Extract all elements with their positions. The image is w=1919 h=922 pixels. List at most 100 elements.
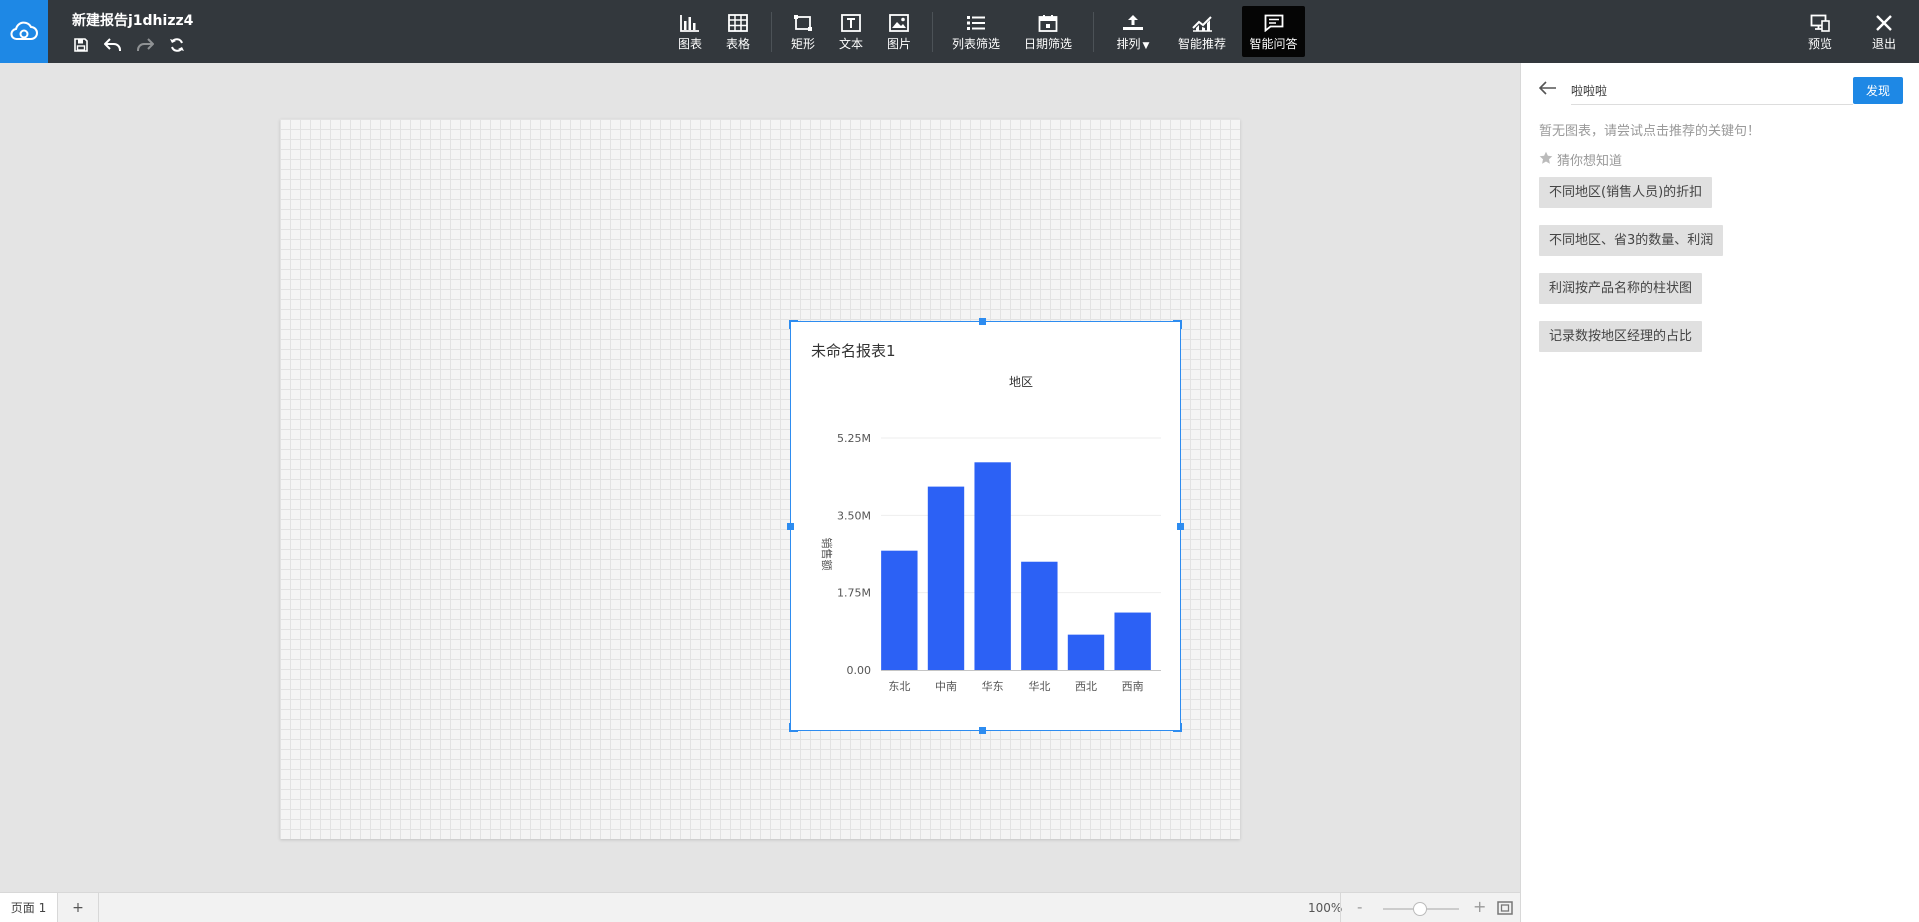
top-toolbar: 新建报告j1dhizz4 图表 表格 矩形 文本 图片 列表筛选 日期筛选 排列… [0, 0, 1919, 63]
no-chart-message: 暂无图表，请尝试点击推荐的关键句！ [1539, 124, 1761, 139]
y-tick-label: 3.50M [837, 509, 871, 522]
bar [927, 486, 965, 670]
suggestion-chip[interactable]: 不同地区、省3的数量、利润 [1539, 225, 1724, 256]
zoom-level: 100% [1308, 901, 1343, 915]
smart-qa-panel: 发现 暂无图表，请尝试点击推荐的关键句！ 猜你想知道 不同地区(销售人员)的折扣… [1520, 63, 1919, 922]
resize-handle-bottom[interactable] [979, 727, 986, 734]
add-page-button[interactable]: + [58, 893, 99, 922]
smart-recommend-tool-button[interactable]: 智能推荐 [1172, 6, 1232, 57]
zoom-in-button[interactable]: + [1473, 897, 1486, 916]
trend-chart-icon [1191, 6, 1213, 32]
zoom-divider [1340, 893, 1341, 922]
resize-handle-bottom-right[interactable] [1173, 723, 1182, 732]
suggestion-list: 不同地区(销售人员)的折扣 不同地区、省3的数量、利润 利润按产品名称的柱状图 … [1539, 177, 1724, 369]
list-filter-tool-button[interactable]: 列表筛选 [946, 6, 1006, 57]
calendar-icon [1038, 6, 1058, 32]
image-tool-button[interactable]: 图片 [873, 6, 925, 57]
resize-handle-top[interactable] [979, 318, 986, 325]
cloud-logo-icon[interactable] [0, 0, 48, 63]
y-axis-label: 销售额 [820, 538, 834, 571]
rect-tool-label: 矩形 [790, 37, 815, 51]
x-tick-label: 中南 [935, 680, 957, 693]
bar-chart-icon [680, 6, 700, 32]
image-icon [889, 6, 909, 32]
chart-tool-button[interactable]: 图表 [664, 6, 716, 57]
chart-title: 地区 [1009, 375, 1033, 389]
x-tick-label: 西北 [1075, 680, 1097, 693]
resize-handle-top-left[interactable] [789, 320, 798, 329]
date-filter-tool-button[interactable]: 日期筛选 [1018, 6, 1078, 57]
zoom-slider-handle[interactable] [1413, 902, 1427, 916]
status-bar: 页面 1 + 100% - + [0, 892, 1520, 922]
bar [1021, 561, 1058, 670]
bar [974, 462, 1011, 670]
arrange-icon [1122, 6, 1144, 32]
page-tab[interactable]: 页面 1 [0, 893, 58, 922]
chart-widget[interactable]: 未命名报表1 地区 0.00 1.75M 3.50M 5.25M 销售额 东北 中南 华东 华北西… [787, 318, 1184, 734]
preview-icon [1810, 6, 1830, 32]
text-tool-label: 文本 [838, 37, 863, 51]
text-tool-button[interactable]: 文本 [825, 6, 877, 57]
toolbar-divider [1093, 12, 1094, 52]
y-tick-label: 1.75M [837, 587, 871, 600]
document-title[interactable]: 新建报告j1dhizz4 [72, 10, 193, 30]
suggestion-chip[interactable]: 不同地区(销售人员)的折扣 [1539, 177, 1713, 208]
x-tick-label: 西南 [1122, 680, 1144, 693]
arrange-tool-label: 排列 ▼ [1117, 35, 1150, 52]
resize-handle-top-right[interactable] [1173, 320, 1182, 329]
arrange-tool-button[interactable]: 排列 ▼ [1105, 6, 1161, 57]
exit-label: 退出 [1871, 37, 1896, 51]
refresh-icon[interactable] [166, 34, 188, 56]
x-tick-label: 华北 [1028, 679, 1050, 693]
caret-down-icon: ▼ [1142, 41, 1150, 51]
rectangle-icon [793, 6, 813, 32]
table-icon [728, 6, 748, 32]
smart-recommend-tool-label: 智能推荐 [1177, 37, 1226, 51]
quick-actions [70, 34, 188, 56]
suggestion-chip[interactable]: 利润按产品名称的柱状图 [1539, 273, 1703, 304]
smart-qa-tool-button[interactable]: 智能问答 [1242, 6, 1305, 57]
exit-button[interactable]: 退出 [1858, 6, 1910, 57]
chart-tool-label: 图表 [677, 37, 702, 51]
bar [1114, 612, 1151, 670]
table-tool-button[interactable]: 表格 [712, 6, 764, 57]
chat-bubble-icon [1264, 6, 1284, 32]
fit-screen-icon[interactable] [1497, 901, 1513, 918]
y-tick-label: 5.25M [837, 432, 871, 445]
query-input[interactable] [1571, 77, 1853, 105]
undo-icon[interactable] [102, 34, 124, 56]
zoom-out-button[interactable]: - [1357, 898, 1362, 916]
list-icon [966, 6, 986, 32]
report-page[interactable]: 未命名报表1 地区 0.00 1.75M 3.50M 5.25M 销售额 东北 中南 华东 华北西… [280, 119, 1240, 839]
resize-handle-left[interactable] [787, 523, 794, 530]
close-icon [1875, 6, 1893, 32]
table-tool-label: 表格 [725, 37, 750, 51]
preview-label: 预览 [1807, 37, 1832, 51]
toolbar-divider [932, 12, 933, 52]
save-icon[interactable] [70, 34, 92, 56]
guess-label: 猜你想知道 [1557, 154, 1623, 169]
text-icon [841, 6, 861, 32]
resize-handle-bottom-left[interactable] [789, 723, 798, 732]
resize-handle-right[interactable] [1177, 523, 1184, 530]
canvas-area[interactable]: 未命名报表1 地区 0.00 1.75M 3.50M 5.25M 销售额 东北 中南 华东 华北西… [0, 63, 1520, 892]
list-filter-tool-label: 列表筛选 [951, 37, 1000, 51]
x-tick-label: 华东 [982, 679, 1004, 693]
bar [881, 550, 918, 670]
y-tick-label: 0.00 [847, 664, 872, 677]
toolbar-divider [771, 12, 772, 52]
discover-button[interactable]: 发现 [1853, 77, 1903, 104]
star-icon [1539, 151, 1553, 169]
smart-qa-tool-label: 智能问答 [1249, 37, 1298, 51]
arrange-label-text: 排列 [1116, 37, 1141, 51]
date-filter-tool-label: 日期筛选 [1023, 37, 1072, 51]
rect-tool-button[interactable]: 矩形 [777, 6, 829, 57]
preview-button[interactable]: 预览 [1794, 6, 1846, 57]
bar [1067, 634, 1105, 670]
suggestion-chip[interactable]: 记录数按地区经理的占比 [1539, 321, 1703, 352]
redo-icon[interactable] [134, 34, 156, 56]
back-arrow-icon[interactable] [1538, 81, 1557, 98]
image-tool-label: 图片 [886, 37, 911, 51]
bar-chart: 地区 0.00 1.75M 3.50M 5.25M 销售额东北 中南 华东 华北 西北 西南 [820, 375, 1161, 693]
x-tick-label: 东北 [888, 680, 910, 693]
